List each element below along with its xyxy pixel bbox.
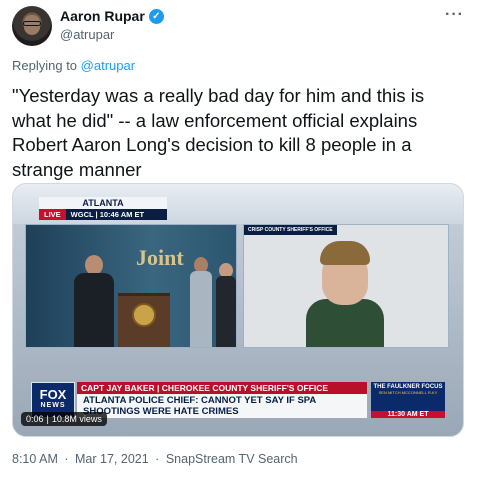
tweet-time[interactable]: 8:10 AM [12, 452, 58, 466]
avatar[interactable] [12, 6, 52, 46]
footer-separator-2: · [155, 452, 160, 466]
name-row: Aaron Rupar ✓ [60, 8, 164, 24]
replying-to-link[interactable]: @atrupar [81, 58, 135, 73]
elapsed-time: 0:06 [26, 414, 44, 424]
tweet-date[interactable]: Mar 17, 2021 [75, 452, 149, 466]
avatar-glasses [23, 21, 41, 26]
verified-badge-icon: ✓ [148, 8, 164, 24]
chyron-top: CAPT JAY BAKER | CHEROKEE COUNTY SHERIFF… [77, 382, 367, 394]
more-options-icon[interactable]: ··· [445, 6, 464, 24]
view-separator: | [46, 414, 49, 424]
location-bug: ATLANTA LIVE WGCL | 10:46 AM ET [39, 197, 167, 220]
tweet-source[interactable]: SnapStream TV Search [166, 452, 298, 466]
replying-to-prefix: Replying to [12, 58, 78, 73]
mugshot-tag: CRISP COUNTY SHERIFF'S OFFICE [244, 225, 337, 235]
chyron-main: ATLANTA POLICE CHIEF: CANNOT YET SAY IF … [77, 394, 367, 418]
view-count: 10.8M views [51, 414, 102, 424]
speaker-figure [74, 255, 114, 347]
show-bug: THE FAULKNER FOCUS SEN MITCH MCCONNELL R… [371, 382, 445, 418]
mugshot-panel: CRISP COUNTY SHERIFF'S OFFICE [243, 224, 449, 348]
backdrop-sign: Joint [136, 245, 184, 270]
officer-figure [190, 257, 212, 347]
official-figure [216, 263, 236, 347]
video-stats-pill: 0:06 | 10.8M views [21, 412, 107, 426]
show-time: 11:30 AM ET [371, 411, 445, 418]
user-handle[interactable]: @atrupar [60, 27, 114, 42]
podium-seal [132, 303, 156, 327]
location-name: ATLANTA [39, 197, 167, 209]
press-conference-panel: Joint [25, 224, 237, 348]
show-sub: SEN MITCH MCCONNELL R-KY [378, 390, 438, 395]
tweet-footer: 8:10 AM · Mar 17, 2021 · SnapStream TV S… [12, 452, 298, 466]
replying-to: Replying to @atrupar [12, 58, 135, 73]
tweet-text: "Yesterday was a really bad day for him … [12, 85, 425, 180]
tweet-header: Aaron Rupar ✓ @atrupar ··· [12, 6, 466, 46]
display-name[interactable]: Aaron Rupar [60, 8, 145, 24]
station-time: WGCL | 10:46 AM ET [65, 209, 167, 220]
show-title: THE FAULKNER FOCUS [373, 384, 443, 390]
live-strip: LIVE WGCL | 10:46 AM ET [39, 209, 167, 220]
live-label: LIVE [39, 209, 66, 220]
video-player[interactable]: ATLANTA LIVE WGCL | 10:46 AM ET Joint CR… [12, 183, 464, 437]
footer-separator: · [64, 452, 69, 466]
mugshot-figure [306, 241, 384, 347]
